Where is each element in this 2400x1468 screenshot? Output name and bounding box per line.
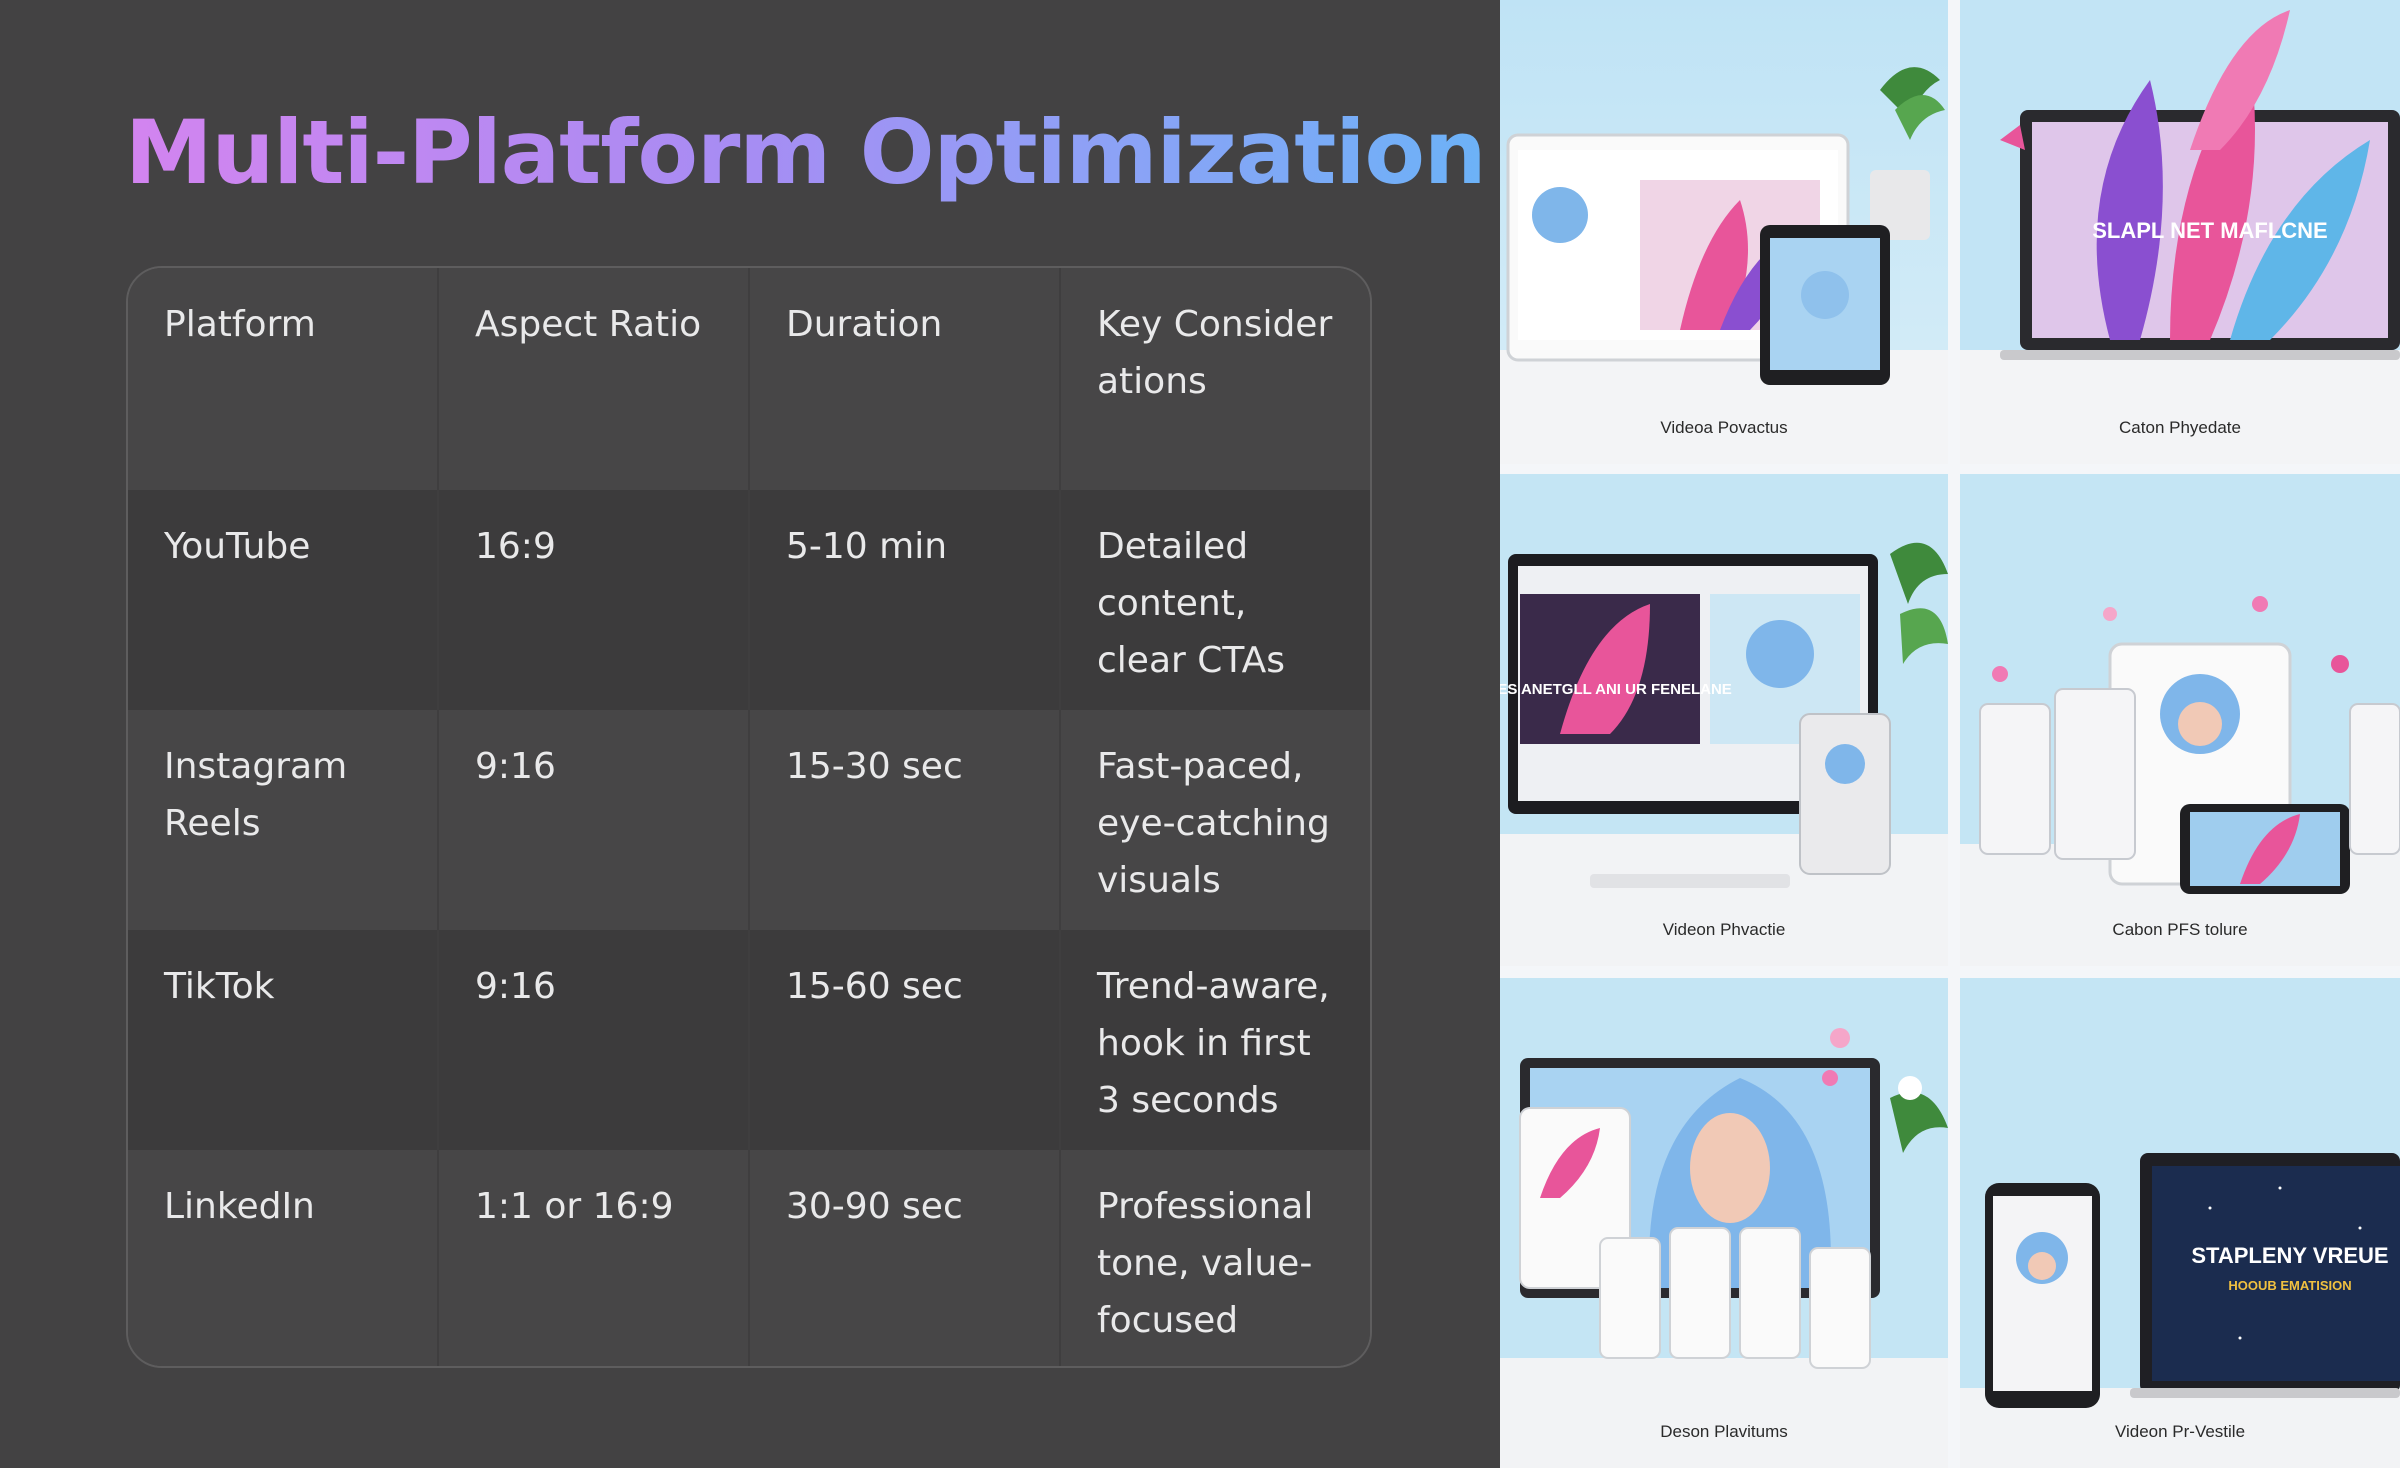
aspect-ratio-cell: 1:1 or 16:9 (439, 1150, 750, 1366)
platform-cell: TikTok (128, 930, 439, 1150)
tile-caption: Videon Phvactie (1662, 920, 1786, 939)
portrait-devices-image (1500, 978, 1948, 1468)
platform-cell: YouTube (128, 490, 439, 710)
tile-caption: Caton Phyedate (2119, 418, 2241, 437)
duration-cell: 30-90 sec (750, 1150, 1061, 1366)
duration-cell: 15-60 sec (750, 930, 1061, 1150)
device-mockup-gallery: Videoa Povactus SLAPL NET MAFLCNE Caton … (1500, 0, 2400, 1468)
aspect-ratio-cell: 9:16 (439, 710, 750, 930)
header-cell-platform: Platform (128, 268, 439, 490)
considerations-cell: Detailed content, clear CTAs (1097, 526, 1285, 681)
duration-cell: 5-10 min (750, 490, 1061, 710)
table-row: LinkedIn 1:1 or 16:9 30-90 sec Professio… (128, 1150, 1370, 1366)
tile-caption: Videoa Povactus (1660, 418, 1788, 437)
laptop-feathers-image: SLAPL NET MAFLCNE (1960, 0, 2400, 464)
gallery-tile-3: LES ANETGLL ANI UR FENELANE Videon Phvac… (1500, 474, 1948, 966)
platform-cell: LinkedIn (128, 1150, 439, 1366)
considerations-cell: Professional tone, value-focused (1097, 1186, 1314, 1341)
tile-caption: Videon Pr-Vestile (2114, 1422, 2246, 1441)
tile-caption: Deson Plavitums (1660, 1422, 1788, 1441)
considerations-cell: Trend-aware, hook in first 3 seconds (1097, 966, 1330, 1121)
laptop-overlay-subtext: HOOUB EMATISION (2228, 1278, 2351, 1293)
gallery-tile-2: SLAPL NET MAFLCNE Caton Phyedate (1960, 0, 2400, 464)
tile-caption: Cabon PFS tolure (2112, 920, 2248, 939)
gallery-tile-5: Deson Plavitums (1500, 978, 1948, 1468)
platform-table: Platform Aspect Ratio Duration Key Consi… (126, 266, 1372, 1368)
platform-cell: Instagram Reels (128, 710, 439, 930)
monitor-overlay-text: LES ANETGLL ANI UR FENELANE (1500, 681, 1732, 698)
phone-laptop-image: STAPLENY VREUE HOOUB EMATISION (1960, 978, 2400, 1468)
phones-lineup-image (1960, 474, 2400, 966)
header-cell-aspect-ratio: Aspect Ratio (439, 268, 750, 490)
table-row: YouTube 16:9 5-10 min Detailed content, … (128, 490, 1370, 710)
page-title: Multi-Platform Optimization (125, 101, 1487, 204)
considerations-cell: Fast-paced, eye-catching visuals (1097, 746, 1330, 901)
table-row: TikTok 9:16 15-60 sec Trend-aware, hook … (128, 930, 1370, 1150)
laptop-overlay-text-2: STAPLENY VREUE (2191, 1243, 2388, 1268)
aspect-ratio-cell: 16:9 (439, 490, 750, 710)
table-header-row: Platform Aspect Ratio Duration Key Consi… (128, 268, 1370, 490)
header-cell-key-considerations: Key Considerations (1097, 304, 1333, 402)
gallery-tile-4: Cabon PFS tolure (1960, 474, 2400, 966)
aspect-ratio-cell: 9:16 (439, 930, 750, 1150)
gallery-tile-1: Videoa Povactus (1500, 0, 1948, 464)
devices-mockup-image (1500, 0, 1948, 464)
duration-cell: 15-30 sec (750, 710, 1061, 930)
table-row: Instagram Reels 9:16 15-30 sec Fast-pace… (128, 710, 1370, 930)
left-panel: Multi-Platform Optimization Platform Asp… (0, 0, 1500, 1468)
gallery-tile-6: STAPLENY VREUE HOOUB EMATISION Videon Pr… (1960, 978, 2400, 1468)
monitor-phone-image: LES ANETGLL ANI UR FENELANE (1500, 474, 1948, 966)
header-cell-duration: Duration (750, 268, 1061, 490)
laptop-overlay-text: SLAPL NET MAFLCNE (2092, 218, 2327, 243)
